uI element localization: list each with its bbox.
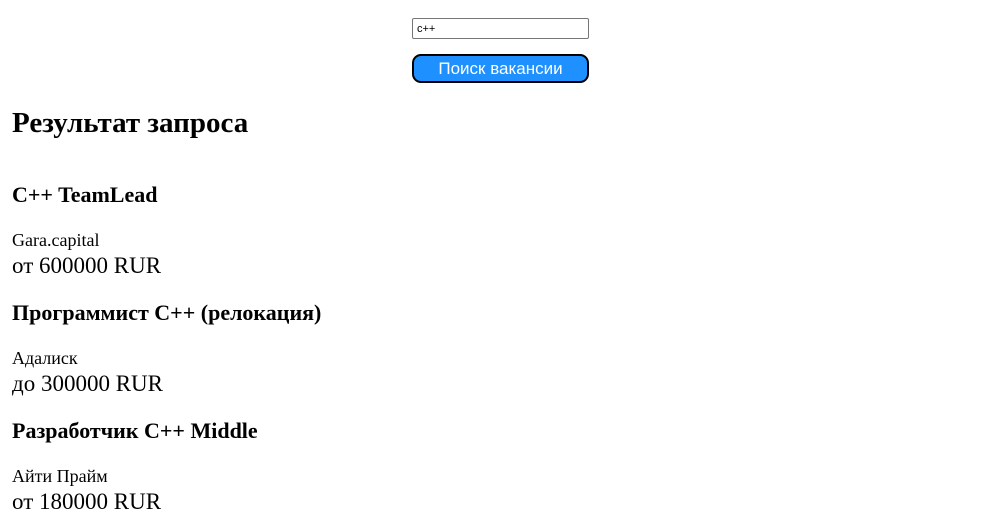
vacancy-title: Разработчик C++ Middle xyxy=(12,418,258,443)
vacancy-company: Айти Прайм xyxy=(12,466,108,486)
vacancy-title: C++ TeamLead xyxy=(12,182,158,207)
vacancy-salary: от 600000 RUR xyxy=(12,253,162,278)
search-vacancy-button[interactable]: Поиск вакансии xyxy=(412,54,589,83)
results-title: Результат запроса xyxy=(12,107,249,139)
vacancy-title: Программист C++ (релокация) xyxy=(12,300,322,325)
vacancy-company: Gara.capital xyxy=(12,230,100,250)
vacancy-salary: от 180000 RUR xyxy=(12,489,162,514)
vacancy-salary: до 300000 RUR xyxy=(12,371,163,396)
vacancy-company: Адалиск xyxy=(12,348,78,368)
search-input[interactable] xyxy=(412,18,589,39)
